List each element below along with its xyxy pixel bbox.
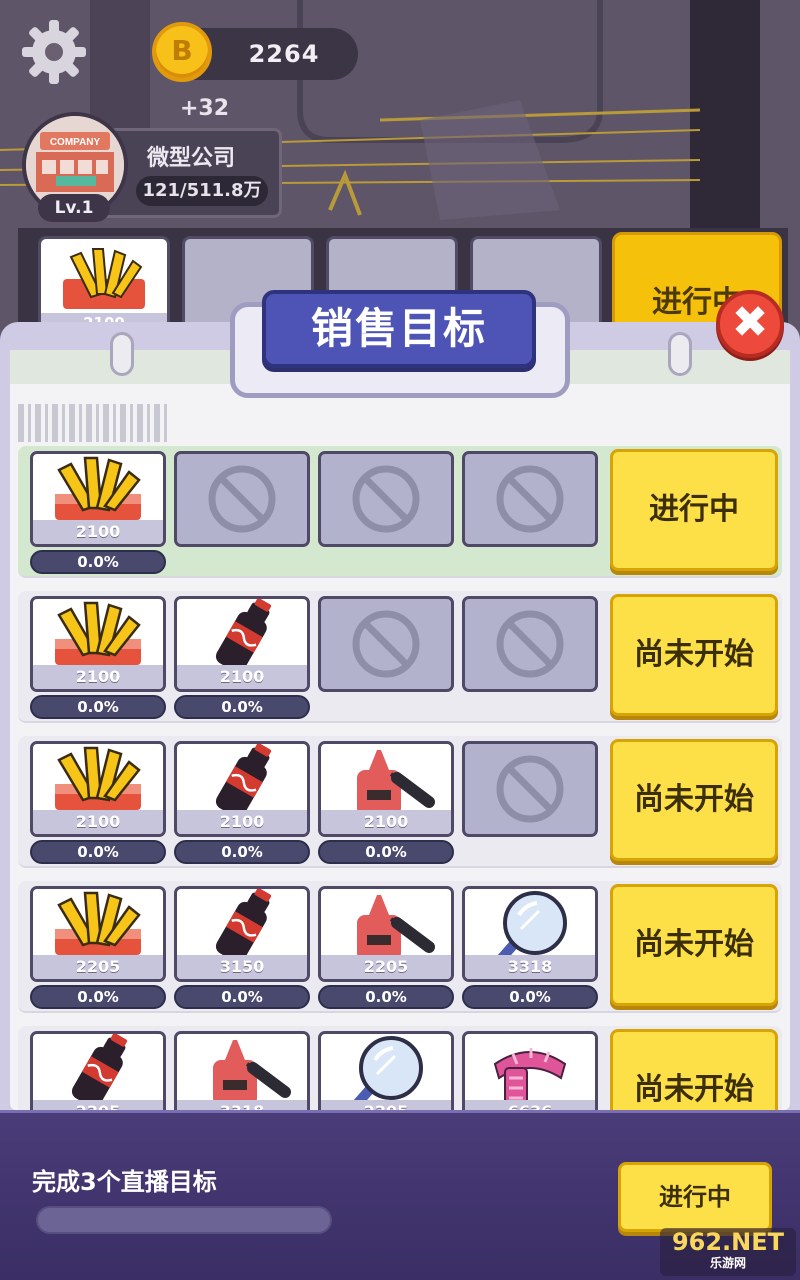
sales-target-row: 2100 0.0% 2100 0.0% 尚未开始 [18,591,782,723]
sales-target-row: 2205 0.0% 3150 0.0% 2205 0.0% 3318 0.0% 尚未开始 [18,881,782,1013]
item-card-fries[interactable]: 2205 [30,886,166,982]
item-sale-target: 2100 [33,520,163,544]
goal-status-button[interactable]: 进行中 [618,1162,772,1232]
row-status-label: 尚未开始 [634,927,754,962]
item-card-ketchup[interactable]: 2205 [318,886,454,982]
item-card-scarf[interactable]: 6636 [462,1031,598,1110]
goal-text: 完成3个直播目标 [32,1168,217,1196]
item-sale-target: 2205 [321,1100,451,1110]
locked-slot [174,451,310,547]
goal-progress-bar [36,1206,332,1234]
close-button[interactable]: ✖ [716,290,784,358]
locked-slot [462,596,598,692]
item-card-fries[interactable]: 2100 [30,596,166,692]
item-card-cola[interactable]: 2100 [174,596,310,692]
item-progress: 0.0% [174,695,310,719]
item-card-fries[interactable]: 2100 [30,741,166,837]
row-status-button[interactable]: 尚未开始 [610,594,778,716]
item-progress: 0.0% [30,985,166,1009]
barcode-decoration [18,404,168,442]
coin-amount: 2264 [248,40,320,68]
coin-symbol: B [171,34,193,67]
settings-gear-icon[interactable] [20,18,88,86]
goal-status-label: 进行中 [659,1183,731,1211]
row-status-button[interactable]: 进行中 [610,449,778,571]
binder-pin [110,332,134,376]
row-status-button[interactable]: 尚未开始 [610,739,778,861]
item-progress: 0.0% [174,840,310,864]
company-progress: 121/511.8万 [136,176,268,206]
item-sale-target: 3150 [177,955,307,979]
item-progress: 0.0% [30,840,166,864]
item-card-ketchup[interactable]: 2100 [318,741,454,837]
item-sale-target: 2205 [321,955,451,979]
item-progress: 0.0% [462,985,598,1009]
row-status-button[interactable]: 尚未开始 [610,1029,778,1110]
item-sale-target: 2205 [33,955,163,979]
item-progress: 0.0% [30,695,166,719]
coin-icon: B [152,22,212,82]
item-sale-target: 3318 [177,1100,307,1110]
item-card-cola[interactable]: 2205 [30,1031,166,1110]
item-card-cola[interactable]: 2100 [174,741,310,837]
close-icon: ✖ [731,297,769,348]
sales-target-row: 2100 0.0% 进行中 [18,446,782,578]
item-sale-target: 2100 [177,810,307,834]
watermark-sub: 乐游网 [709,1256,746,1270]
row-status-label: 尚未开始 [634,637,754,672]
item-progress: 0.0% [30,550,166,574]
item-progress: 0.0% [318,840,454,864]
binder-pin [668,332,692,376]
item-card-mirror[interactable]: 2205 [318,1031,454,1110]
company-level: Lv.1 [38,194,110,222]
dialog-title: 销售目标 [310,304,487,353]
item-sale-target: 6636 [465,1100,595,1110]
sales-target-row: 2100 0.0% 2100 0.0% 2100 0.0% 尚未开始 [18,736,782,868]
item-sale-target: 2100 [33,810,163,834]
row-status-label: 进行中 [649,492,739,527]
item-sale-target: 2100 [321,810,451,834]
locked-slot [462,451,598,547]
item-card-cola[interactable]: 3150 [174,886,310,982]
row-status-label: 尚未开始 [634,782,754,817]
item-progress: 0.0% [174,985,310,1009]
dialog-title-plate: 销售目标 [262,290,536,368]
background-item-card: 2100 [38,236,170,336]
row-status-button[interactable]: 尚未开始 [610,884,778,1006]
sales-target-list[interactable]: 2100 0.0% 进行中 2100 0.0% 2100 0.0% 尚未开始 2100 0.0% 2… [18,444,782,1110]
item-sale-target: 2100 [33,665,163,689]
item-card-mirror[interactable]: 3318 [462,886,598,982]
item-sale-target: 2205 [33,1100,163,1110]
item-sale-target: 3318 [465,955,595,979]
avatar-company-sign: COMPANY [50,137,101,148]
item-sale-target: 2100 [177,665,307,689]
row-status-label: 尚未开始 [634,1072,754,1107]
watermark-brand: 962.NET [671,1228,785,1256]
income-popup: +32 [180,96,230,121]
locked-slot [318,596,454,692]
item-progress: 0.0% [318,985,454,1009]
locked-slot [462,741,598,837]
locked-slot [318,451,454,547]
watermark-logo: 962.NET 乐游网 [660,1228,796,1276]
item-card-fries[interactable]: 2100 [30,451,166,547]
item-card-ketchup[interactable]: 3318 [174,1031,310,1110]
sales-target-row: 2205 3318 2205 6636 尚未开始 [18,1026,782,1110]
